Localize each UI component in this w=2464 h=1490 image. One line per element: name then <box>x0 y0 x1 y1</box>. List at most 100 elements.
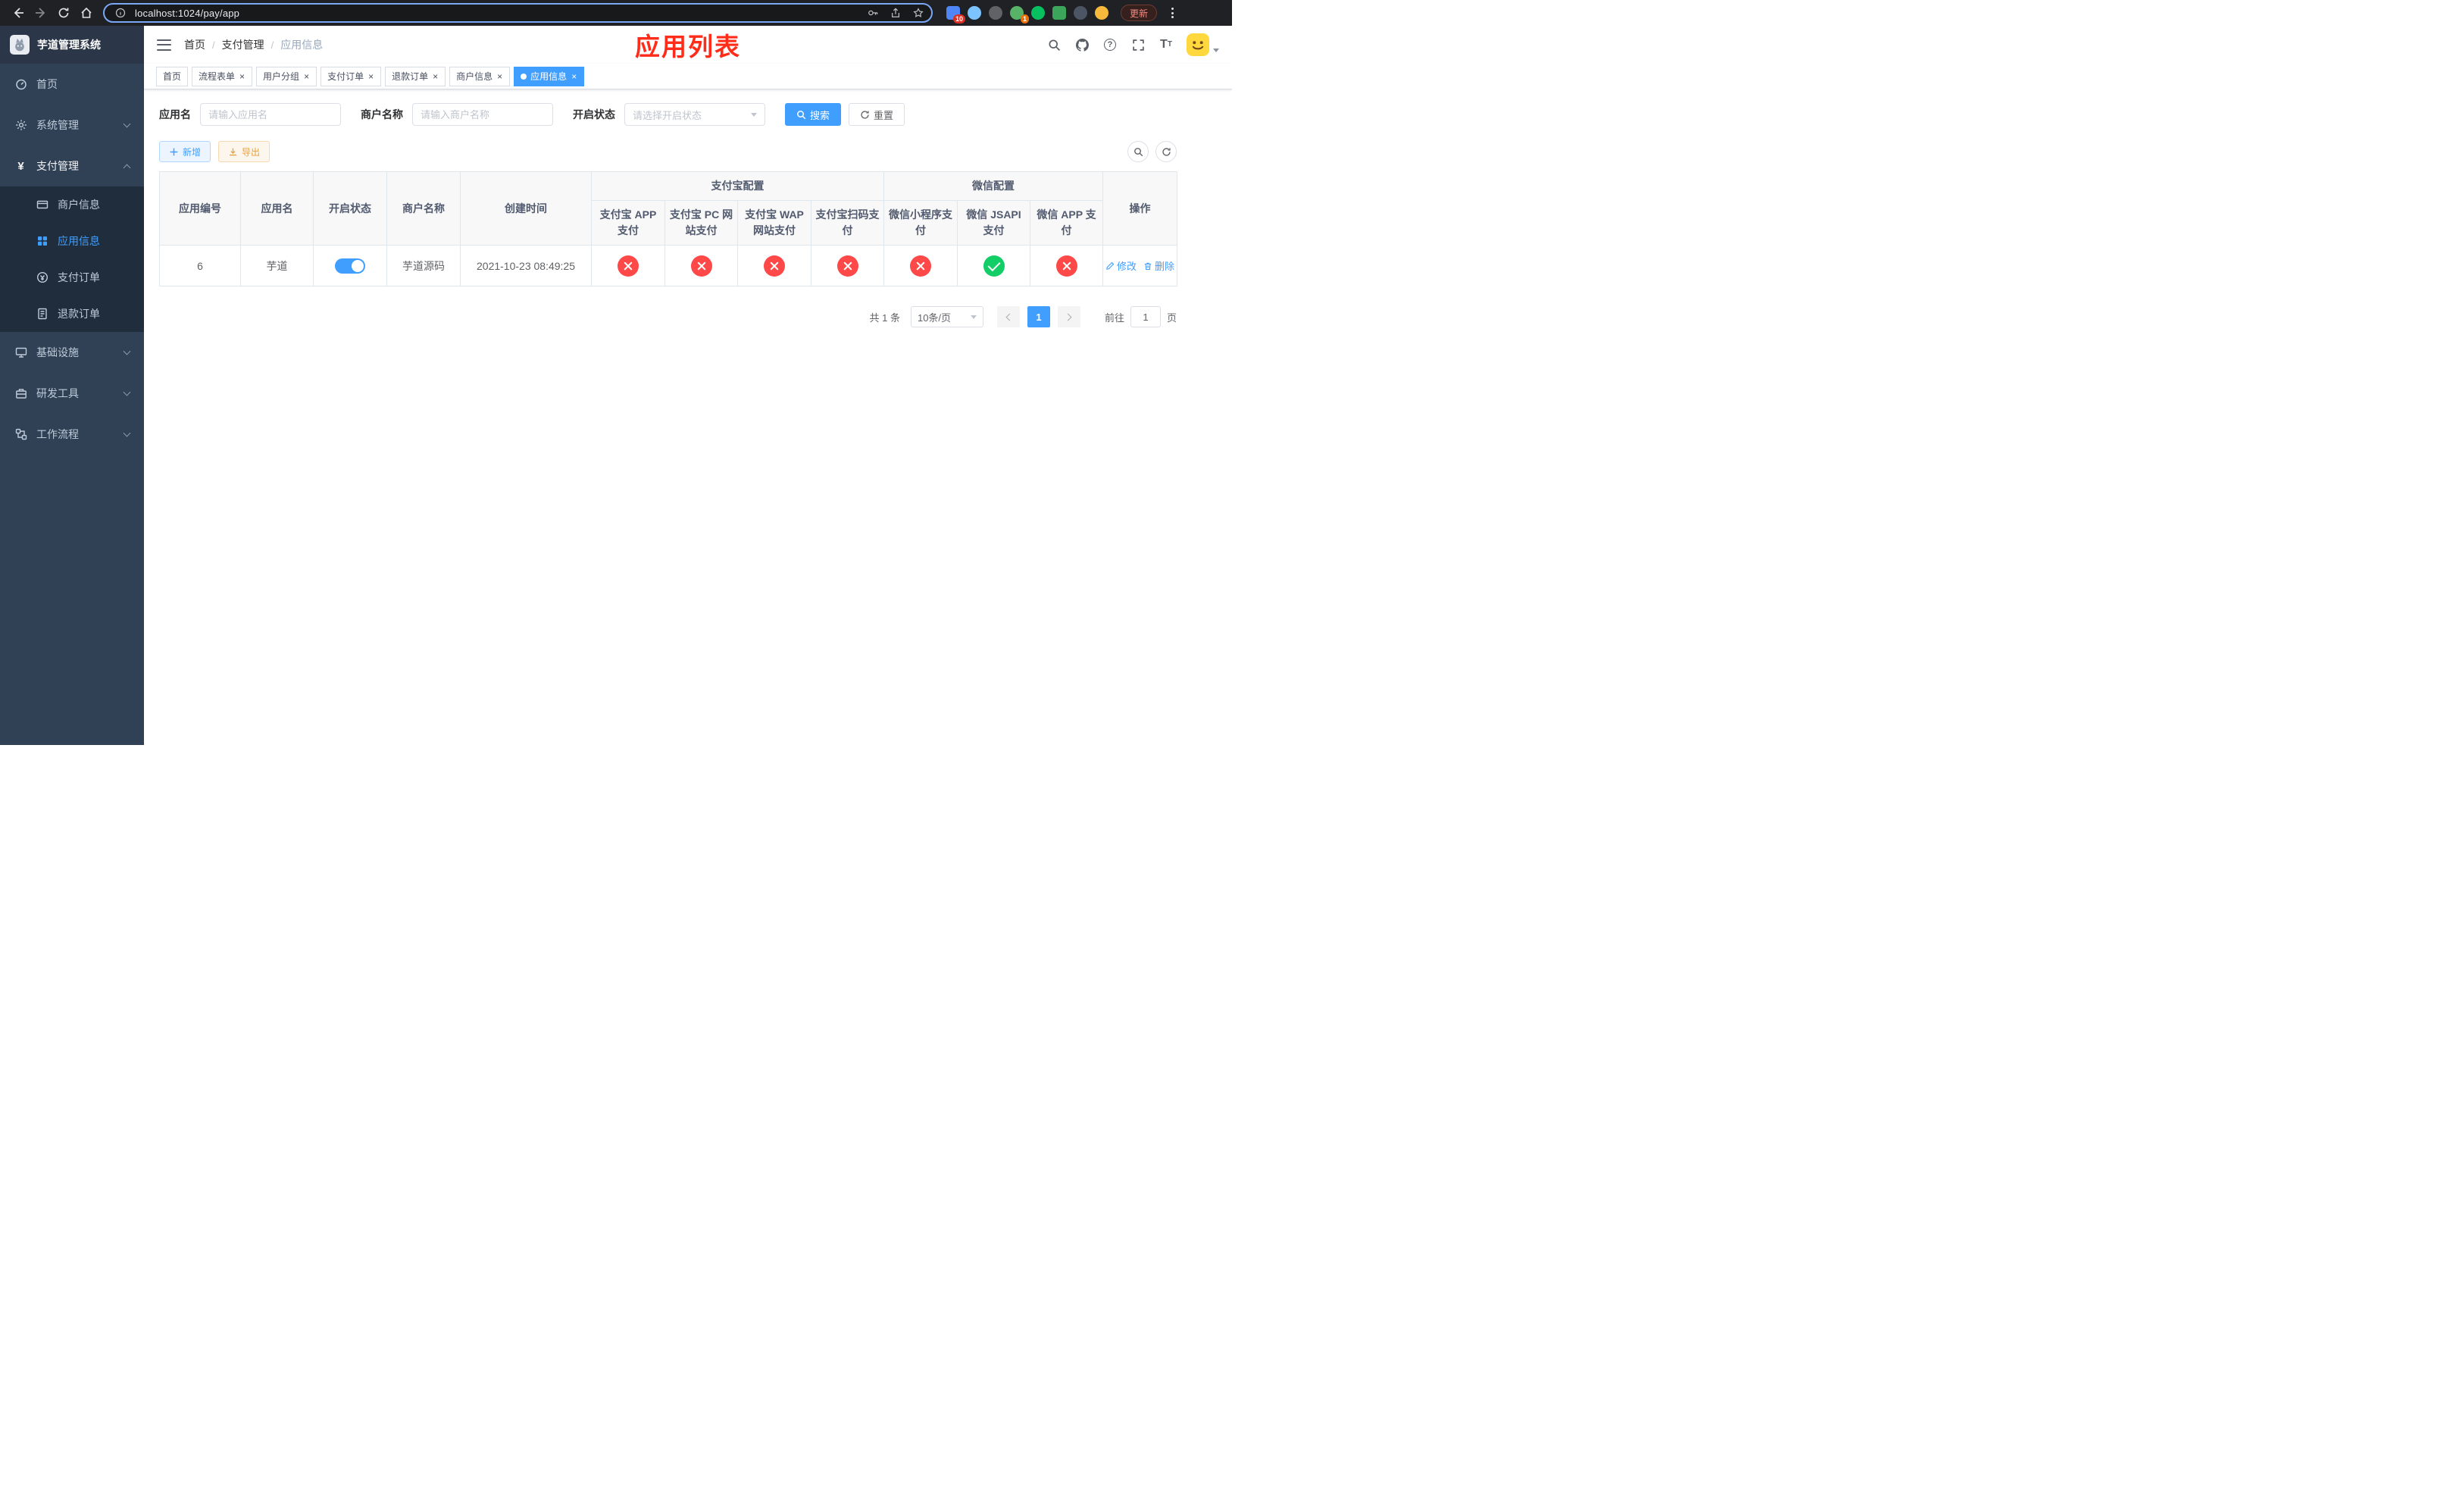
goto-suffix-label: 页 <box>1166 311 1177 324</box>
close-icon[interactable]: × <box>239 72 245 81</box>
sidebar-item-home[interactable]: 首页 <box>0 64 144 105</box>
goto-page-input[interactable] <box>1130 306 1161 327</box>
browser-home-button[interactable] <box>76 2 97 23</box>
config-status-icon <box>983 255 1005 277</box>
sidebar-item-system[interactable]: 系统管理 <box>0 105 144 146</box>
tab-pay-order[interactable]: 支付订单 × <box>321 66 382 86</box>
next-page-button[interactable] <box>1057 306 1080 327</box>
chevron-down-icon <box>1213 49 1219 52</box>
breadcrumb-home[interactable]: 首页 <box>184 37 205 52</box>
app-title: 芋道管理系统 <box>37 39 101 51</box>
dashboard-icon <box>14 78 27 91</box>
status-label: 开启状态 <box>573 108 615 121</box>
reset-button[interactable]: 重置 <box>849 103 905 126</box>
site-info-icon[interactable] <box>112 5 129 21</box>
merchant-name-input[interactable] <box>412 103 553 126</box>
extension-icon[interactable] <box>1052 6 1066 20</box>
reload-icon <box>58 8 69 18</box>
refresh-icon <box>861 110 869 119</box>
status-select-placeholder: 请选择开启状态 <box>633 109 702 121</box>
extension-icon[interactable]: 1 <box>1010 6 1029 23</box>
merchant-name-label: 商户名称 <box>361 108 403 121</box>
fullscreen-icon <box>1132 39 1144 51</box>
close-icon[interactable]: × <box>496 72 503 81</box>
sidebar-toggle-button[interactable] <box>157 39 171 51</box>
github-icon <box>1075 38 1089 52</box>
sidebar-item-merchant-info[interactable]: 商户信息 <box>0 186 144 223</box>
sidebar-item-pay-order[interactable]: 支付订单 <box>0 259 144 296</box>
navbar-actions: ? TT <box>1046 33 1219 56</box>
status-toggle[interactable] <box>335 258 365 274</box>
share-icon[interactable] <box>887 5 904 21</box>
page-size-select[interactable]: 10条/页 <box>910 306 983 327</box>
breadcrumb: 首页 / 支付管理 / 应用信息 <box>184 37 323 52</box>
tab-refund-order[interactable]: 退款订单 × <box>385 66 446 86</box>
hide-search-button[interactable] <box>1127 141 1149 162</box>
browser-back-button[interactable] <box>8 2 29 23</box>
config-status-icon <box>764 255 785 277</box>
app-name-input[interactable] <box>200 103 341 126</box>
breadcrumb-separator: / <box>270 39 274 51</box>
search-button-label: 搜索 <box>810 109 830 121</box>
browser-update-button[interactable]: 更新 <box>1121 5 1158 21</box>
browser-forward-button[interactable] <box>30 2 52 23</box>
workflow-icon <box>14 428 27 441</box>
arrow-right-icon <box>36 8 45 18</box>
breadcrumb-payment[interactable]: 支付管理 <box>222 37 264 52</box>
sidebar-item-refund-order[interactable]: 退款订单 <box>0 296 144 332</box>
export-button[interactable]: 导出 <box>218 141 270 162</box>
extension-icon[interactable] <box>1031 6 1045 20</box>
extension-icon[interactable] <box>989 6 1002 20</box>
sidebar-item-label: 研发工具 <box>36 387 79 399</box>
chevron-left-icon <box>1005 313 1014 321</box>
github-link-button[interactable] <box>1074 37 1090 52</box>
app-logo[interactable]: 芋道管理系统 <box>0 26 144 64</box>
fullscreen-button[interactable] <box>1130 37 1146 52</box>
yen-icon: ¥ <box>17 159 24 173</box>
sidebar-item-app-info[interactable]: 应用信息 <box>0 223 144 259</box>
tab-user-group[interactable]: 用户分组 × <box>256 66 317 86</box>
download-icon <box>230 148 236 155</box>
prev-page-button[interactable] <box>996 306 1020 327</box>
address-bar[interactable]: localhost:1024/pay/app <box>103 3 933 23</box>
col-header-app-name: 应用名 <box>240 171 314 246</box>
extension-puzzle-icon[interactable] <box>1074 6 1087 20</box>
tab-merchant-info[interactable]: 商户信息 × <box>449 66 511 86</box>
extension-icon[interactable] <box>968 6 981 20</box>
help-button[interactable]: ? <box>1102 37 1118 52</box>
close-icon[interactable]: × <box>432 72 439 81</box>
tab-home[interactable]: 首页 <box>156 66 189 86</box>
browser-menu-button[interactable] <box>1166 8 1178 18</box>
sidebar-item-workflow[interactable]: 工作流程 <box>0 414 144 455</box>
close-icon[interactable]: × <box>303 72 310 81</box>
refresh-table-button[interactable] <box>1155 141 1177 162</box>
tab-app-info[interactable]: 应用信息 × <box>514 66 585 86</box>
font-size-button[interactable]: TT <box>1159 37 1174 52</box>
browser-reload-button[interactable] <box>53 2 74 23</box>
status-select[interactable]: 请选择开启状态 <box>624 103 765 126</box>
sidebar-item-dev-tools[interactable]: 研发工具 <box>0 373 144 414</box>
password-key-icon[interactable] <box>865 5 881 21</box>
config-status-icon <box>618 255 639 277</box>
cell-alipay-qr <box>811 245 884 286</box>
user-menu[interactable] <box>1187 33 1219 56</box>
pagination-total: 共 1 条 <box>869 311 900 324</box>
edit-link[interactable]: 修改 <box>1105 258 1137 273</box>
config-status-icon <box>910 255 931 277</box>
home-icon <box>81 7 92 18</box>
tab-flow-form[interactable]: 流程表单 × <box>192 66 253 86</box>
add-button[interactable]: 新增 <box>159 141 211 162</box>
sidebar-item-payment[interactable]: ¥ 支付管理 <box>0 146 144 186</box>
close-icon[interactable]: × <box>571 72 577 81</box>
page-size-value: 10条/页 <box>917 311 952 324</box>
sidebar-item-infrastructure[interactable]: 基础设施 <box>0 332 144 373</box>
header-search-button[interactable] <box>1046 37 1062 52</box>
extension-icon[interactable] <box>1095 6 1108 20</box>
extension-icon[interactable]: 10 <box>946 6 965 23</box>
close-icon[interactable]: × <box>367 72 374 81</box>
delete-link[interactable]: 删除 <box>1143 258 1174 273</box>
cell-wx-jsapi <box>957 245 1030 286</box>
bookmark-star-icon[interactable] <box>910 5 927 21</box>
search-button[interactable]: 搜索 <box>785 103 842 126</box>
page-number-button[interactable]: 1 <box>1027 306 1050 327</box>
